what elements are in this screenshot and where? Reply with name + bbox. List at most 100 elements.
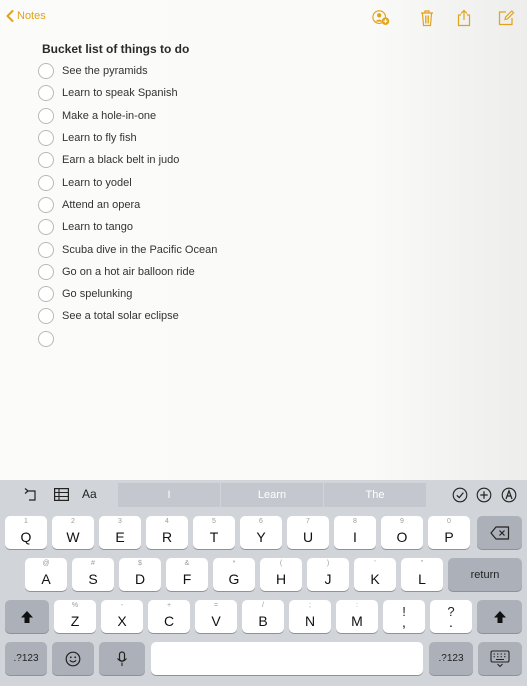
numbers-label: .?123	[13, 653, 39, 664]
share-icon[interactable]	[455, 9, 473, 27]
back-button[interactable]: Notes	[6, 10, 46, 22]
format-button[interactable]: Aa	[82, 487, 97, 501]
delete-key[interactable]	[477, 516, 522, 549]
key-alt-label: +	[166, 602, 172, 609]
checkbox-circle[interactable]	[38, 308, 54, 325]
key-q[interactable]: 1Q	[5, 516, 47, 549]
shift-key-right[interactable]	[477, 600, 522, 633]
checklist-item[interactable]: Go spelunking	[38, 283, 217, 305]
checkbox-circle[interactable]	[38, 174, 54, 191]
checkbox-circle[interactable]	[38, 263, 54, 280]
checklist-item[interactable]: See the pyramids	[38, 60, 217, 82]
key-label: R	[161, 529, 173, 545]
checkbox-circle[interactable]	[38, 107, 54, 124]
key-r[interactable]: 4R	[146, 516, 188, 549]
key-n[interactable]: ; N	[289, 600, 331, 633]
notes-view: Notes Bucket list of things to do See th…	[0, 0, 527, 480]
checklist-item[interactable]: Go on a hot air balloon ride	[38, 261, 217, 283]
key-l[interactable]: " L	[401, 558, 443, 591]
key-p[interactable]: 0P	[428, 516, 470, 549]
numbers-label: .?123	[438, 653, 464, 664]
checkbox-circle[interactable]	[38, 286, 54, 303]
key-i[interactable]: 8I	[334, 516, 376, 549]
checkbox-circle[interactable]	[38, 85, 54, 102]
key-b[interactable]: / B	[242, 600, 284, 633]
key-x[interactable]: -X	[101, 600, 143, 633]
key-alt-label: 1	[24, 518, 28, 525]
key-j[interactable]: ) J	[307, 558, 349, 591]
checklist-item[interactable]: Scuba dive in the Pacific Ocean	[38, 238, 217, 260]
checkbox-circle[interactable]	[38, 330, 54, 347]
shortcut-bar: Aa I Learn The	[0, 480, 527, 510]
key-s[interactable]: # S	[72, 558, 114, 591]
key-c[interactable]: + C	[148, 600, 190, 633]
checklist-item[interactable]: Attend an opera	[38, 194, 217, 216]
key-a[interactable]: @ A	[25, 558, 67, 591]
checkbox-circle[interactable]	[38, 196, 54, 213]
checklist-item[interactable]: Make a hole-in-one	[38, 105, 217, 127]
key-k[interactable]: ' K	[354, 558, 396, 591]
checklist-item[interactable]: See a total solar eclipse	[38, 305, 217, 327]
key-e[interactable]: 3E	[99, 516, 141, 549]
return-key[interactable]: return	[448, 558, 522, 591]
shift-icon	[5, 600, 49, 633]
checklist-item[interactable]	[38, 328, 217, 350]
checklist-item[interactable]: Learn to fly fish	[38, 127, 217, 149]
checklist-item[interactable]: Learn to tango	[38, 216, 217, 238]
key-h[interactable]: (H	[260, 558, 302, 591]
dictation-key[interactable]	[99, 642, 145, 675]
key-label: J	[324, 571, 332, 587]
key-alt-label: 2	[71, 518, 75, 525]
suggestion[interactable]: The	[324, 483, 426, 507]
compose-icon[interactable]	[497, 9, 515, 27]
checklist-item[interactable]: Learn to speak Spanish	[38, 82, 217, 104]
key-d[interactable]: $ D	[119, 558, 161, 591]
checkbox-circle[interactable]	[38, 219, 54, 236]
key-f[interactable]: & F	[166, 558, 208, 591]
note-title[interactable]: Bucket list of things to do	[42, 42, 189, 56]
suggestion[interactable]: I	[118, 483, 220, 507]
markup-pen-icon[interactable]	[501, 487, 517, 503]
key-alt-label: "	[420, 560, 424, 567]
key-label: S	[88, 571, 98, 587]
table-icon[interactable]	[54, 488, 69, 501]
key-g[interactable]: * G	[213, 558, 255, 591]
key-period[interactable]: ?.	[430, 600, 472, 633]
hide-keyboard-key[interactable]	[478, 642, 522, 675]
key-w[interactable]: 2W	[52, 516, 94, 549]
numbers-key-right[interactable]: .?123	[429, 642, 473, 675]
key-u[interactable]: 7U	[287, 516, 329, 549]
numbers-key-left[interactable]: .?123	[5, 642, 47, 675]
key-alt-label: )	[326, 560, 330, 567]
key-alt-label: &	[184, 560, 190, 567]
checkbox-circle[interactable]	[38, 241, 54, 258]
key-m[interactable]: :M	[336, 600, 378, 633]
checklist-item[interactable]: Learn to yodel	[38, 171, 217, 193]
key-v[interactable]: = V	[195, 600, 237, 633]
key-alt-label: $	[138, 560, 142, 567]
undo-icon[interactable]	[22, 488, 38, 502]
checkbox-circle[interactable]	[38, 152, 54, 169]
emoji-key[interactable]	[52, 642, 94, 675]
space-bar[interactable]	[151, 642, 423, 675]
checklist-item-text: Learn to yodel	[62, 176, 132, 189]
trash-icon[interactable]	[418, 9, 436, 27]
key-o[interactable]: 9O	[381, 516, 423, 549]
checkbox-circle[interactable]	[38, 63, 54, 80]
add-people-icon[interactable]	[372, 9, 390, 27]
checklist-item[interactable]: Earn a black belt in judo	[38, 149, 217, 171]
checkbox-circle[interactable]	[38, 130, 54, 147]
key-t[interactable]: 5T	[193, 516, 235, 549]
key-alt-label: 4	[165, 518, 169, 525]
key-alt-label: 8	[353, 518, 357, 525]
key-alt-label: -	[120, 602, 124, 609]
key-comma[interactable]: !,	[383, 600, 425, 633]
microphone-icon	[99, 642, 145, 675]
key-z[interactable]: % Z	[54, 600, 96, 633]
checklist-icon[interactable]	[452, 487, 468, 503]
key-y[interactable]: 6Y	[240, 516, 282, 549]
suggestion[interactable]: Learn	[221, 483, 323, 507]
key-alt-label: '	[374, 560, 376, 567]
shift-key-left[interactable]	[5, 600, 49, 633]
add-circle-icon[interactable]	[476, 487, 492, 503]
